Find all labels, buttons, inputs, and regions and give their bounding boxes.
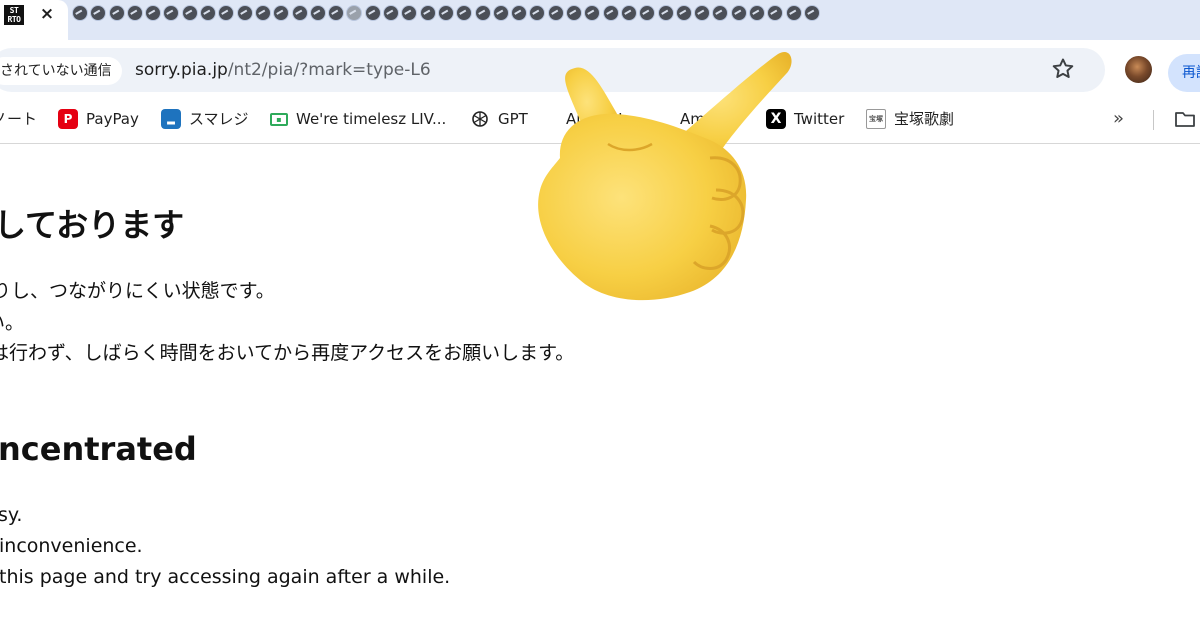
pia-favicon-icon[interactable] — [474, 5, 491, 21]
bookmark-note[interactable]: ノート — [0, 107, 37, 131]
pia-favicon-icon[interactable] — [218, 5, 235, 21]
bookmark-label: AirREGI — [566, 110, 623, 128]
bookmark-amazon[interactable]: Amazon — [680, 107, 741, 131]
url-path: /nt2/pia/?mark=type-L6 — [227, 60, 431, 80]
pia-favicon-icon[interactable] — [163, 5, 180, 21]
bookmark-label: PayPay — [86, 110, 139, 128]
ticket-icon: ▪ — [270, 112, 288, 126]
starto-favicon-icon: ST RTO — [4, 5, 24, 25]
pia-favicon-icon[interactable] — [90, 5, 107, 21]
ja-line-2: い。 — [0, 312, 25, 334]
pia-favicon-icon[interactable] — [108, 5, 125, 21]
bookmark-label: Twitter — [794, 110, 845, 128]
bookmark-label: Amazon — [680, 110, 741, 128]
pia-favicon-icon[interactable] — [383, 5, 400, 21]
pia-favicon-icon[interactable] — [620, 5, 637, 21]
ja-line-3: は行わず、しばらく時間をおいてから再度アクセスをお願いします。 — [0, 342, 575, 364]
paypay-icon: P — [58, 109, 78, 129]
security-chip[interactable]: されていない通信 — [0, 57, 122, 85]
pia-favicon-icon[interactable] — [511, 5, 528, 21]
browser-toolbar: されていない通信 sorry.pia.jp/nt2/pia/?mark=type… — [0, 40, 1200, 98]
active-tab[interactable]: ST RTO × — [0, 0, 68, 40]
bookmark-takarazuka[interactable]: 宝塚 宝塚歌劇 — [866, 107, 954, 131]
ja-heading: しております — [0, 206, 185, 244]
bookmark-twitter[interactable]: X Twitter — [766, 107, 844, 131]
star-icon[interactable] — [1050, 56, 1076, 82]
bookmarks-divider — [1153, 110, 1154, 130]
pia-favicon-icon[interactable] — [584, 5, 601, 21]
pia-favicon-icon[interactable] — [419, 5, 436, 21]
reload-button[interactable]: 再読 — [1168, 54, 1200, 92]
bookmark-label: 宝塚歌劇 — [894, 110, 955, 128]
pia-favicon-icon[interactable] — [730, 5, 747, 21]
pia-favicon-icon[interactable] — [236, 5, 253, 21]
pia-favicon-icon[interactable] — [181, 5, 198, 21]
bookmark-smaregi[interactable]: ▂ スマレジ — [161, 107, 249, 131]
url-text[interactable]: sorry.pia.jp/nt2/pia/?mark=type-L6 — [135, 59, 431, 81]
pia-favicon-icon[interactable] — [602, 5, 619, 21]
pia-favicon-icon[interactable] — [767, 5, 784, 21]
avatar[interactable] — [1125, 56, 1152, 83]
pia-favicon-icon[interactable] — [492, 5, 509, 21]
address-bar[interactable]: されていない通信 sorry.pia.jp/nt2/pia/?mark=type… — [0, 48, 1105, 92]
en-line-1: sy. — [0, 504, 23, 526]
url-host: sorry.pia.jp — [135, 60, 228, 80]
bookmark-label: スマレジ — [189, 110, 249, 128]
pia-favicon-icon[interactable] — [200, 5, 217, 21]
bookmark-label: ノート — [0, 110, 38, 128]
pia-favicon-icon[interactable] — [694, 5, 711, 21]
pia-favicon-icon[interactable] — [712, 5, 729, 21]
pia-favicon-icon[interactable] — [126, 5, 143, 21]
pia-favicon-icon[interactable] — [657, 5, 674, 21]
bookmark-label: We're timelesz LIV... — [296, 110, 447, 128]
x-icon: X — [766, 109, 786, 129]
bookmark-airregi[interactable]: AirREGI — [566, 107, 623, 131]
pia-favicon-icon[interactable] — [346, 5, 363, 21]
bookmark-gpt[interactable]: GPT — [470, 107, 528, 131]
bookmark-paypay[interactable]: P PayPay — [58, 107, 139, 131]
pia-favicon-icon[interactable] — [328, 5, 345, 21]
pia-favicon-icon[interactable] — [456, 5, 473, 21]
smaregi-icon: ▂ — [161, 109, 181, 129]
pia-favicon-icon[interactable] — [254, 5, 271, 21]
ja-line-1: りし、つながりにくい状態です。 — [0, 280, 275, 302]
pia-favicon-icon[interactable] — [748, 5, 765, 21]
pia-favicon-icon[interactable] — [145, 5, 162, 21]
pia-favicon-icon[interactable] — [437, 5, 454, 21]
pia-favicon-icon[interactable] — [675, 5, 692, 21]
pia-favicon-icon[interactable] — [309, 5, 326, 21]
pia-favicon-icon[interactable] — [364, 5, 381, 21]
en-heading: ncentrated — [0, 430, 197, 468]
pia-favicon-icon[interactable] — [639, 5, 656, 21]
pia-favicon-icon[interactable] — [291, 5, 308, 21]
tab-strip: ST RTO × — [0, 0, 1200, 40]
pia-favicon-icon[interactable] — [273, 5, 290, 21]
en-line-2: inconvenience. — [0, 535, 143, 557]
pia-favicon-icon[interactable] — [547, 5, 564, 21]
openai-icon — [472, 111, 488, 127]
en-line-3: this page and try accessing again after … — [0, 566, 451, 588]
pia-favicon-icon[interactable] — [566, 5, 583, 21]
page-content: しております りし、つながりにくい状態です。 い。 は行わず、しばらく時間をおい… — [0, 145, 1200, 641]
bookmark-label: GPT — [498, 110, 528, 128]
pia-favicon-icon[interactable] — [72, 5, 88, 21]
close-icon[interactable]: × — [38, 5, 56, 23]
bookmark-timelesz[interactable]: ▪ We're timelesz LIV... — [270, 107, 446, 131]
pia-favicon-icon[interactable] — [785, 5, 802, 21]
folder-icon[interactable] — [1174, 108, 1196, 130]
pia-favicon-icon[interactable] — [529, 5, 546, 21]
pinned-tab-list — [72, 5, 1200, 23]
bookmarks-overflow-button[interactable]: » — [1113, 107, 1124, 131]
takarazuka-icon: 宝塚 — [866, 109, 886, 129]
pia-favicon-icon[interactable] — [803, 5, 820, 21]
pia-favicon-icon[interactable] — [401, 5, 418, 21]
bookmarks-bar: ノート P PayPay ▂ スマレジ ▪ We're timelesz LIV… — [0, 98, 1200, 144]
